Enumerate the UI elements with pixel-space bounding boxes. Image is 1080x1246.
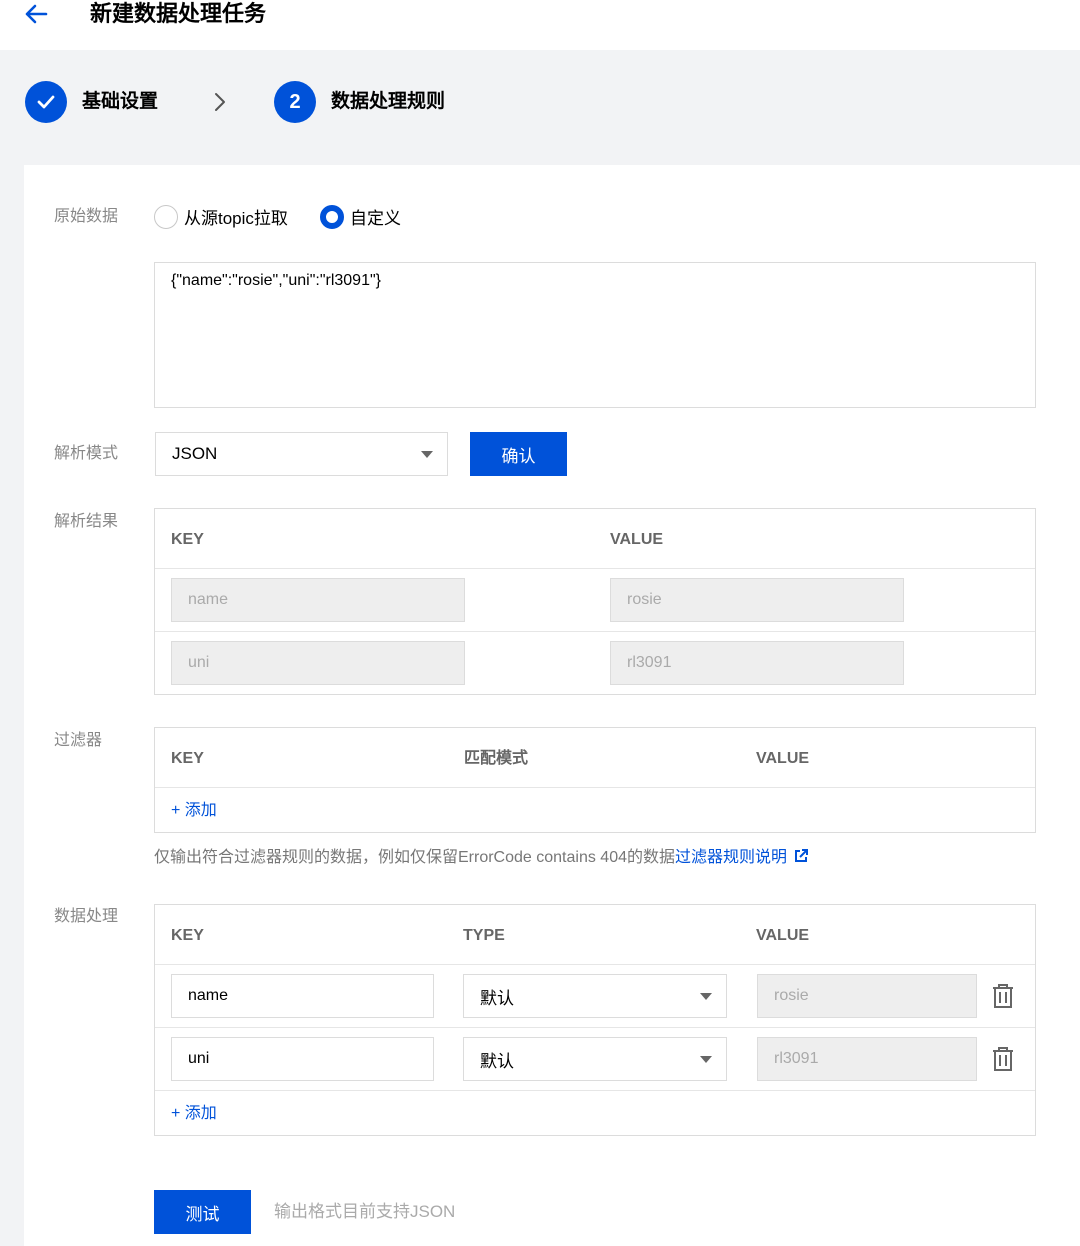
processing-key-input[interactable]: name — [171, 974, 434, 1018]
divider — [155, 1027, 1035, 1028]
column-header-key: KEY — [171, 750, 204, 767]
step-2-number: 2 — [274, 81, 316, 123]
divider — [155, 568, 1035, 569]
filter-hint: 仅输出符合过滤器规则的数据，例如仅保留ErrorCode contains 40… — [154, 847, 809, 869]
radio-label: 从源topic拉取 — [184, 209, 288, 228]
column-header-value: VALUE — [756, 750, 810, 767]
processing-type-select[interactable]: 默认 — [463, 974, 727, 1018]
check-icon — [37, 95, 55, 109]
processing-value: rl3091 — [757, 1037, 977, 1081]
processing-label: 数据处理 — [54, 908, 119, 925]
step-1-label: 基础设置 — [82, 91, 159, 112]
step-2-label: 数据处理规则 — [331, 91, 446, 112]
test-button[interactable]: 测试 — [154, 1190, 251, 1234]
trash-icon[interactable] — [991, 983, 1015, 1009]
radio-checked-icon — [320, 204, 344, 229]
divider — [155, 631, 1035, 632]
column-header-match-mode: 匹配模式 — [464, 750, 529, 767]
radio-unchecked-icon — [154, 204, 178, 229]
page-title: 新建数据处理任务 — [90, 1, 267, 26]
output-format-hint: 输出格式目前支持JSON — [274, 1202, 456, 1221]
radio-label: 自定义 — [350, 209, 401, 228]
parse-mode-select[interactable]: JSON — [155, 432, 448, 476]
filter-table: KEY 匹配模式 VALUE + 添加 — [154, 727, 1036, 833]
processing-type-select[interactable]: 默认 — [463, 1037, 727, 1081]
filter-hint-text: 仅输出符合过滤器规则的数据，例如仅保留ErrorCode contains 40… — [154, 849, 675, 866]
processing-key-input[interactable]: uni — [171, 1037, 434, 1081]
divider — [155, 1090, 1035, 1091]
divider — [155, 964, 1035, 965]
parse-result-table: KEY VALUE name rosie uni rl3091 — [154, 508, 1036, 695]
chevron-right-icon — [215, 93, 225, 111]
column-header-key: KEY — [171, 531, 204, 548]
external-link-icon[interactable] — [793, 848, 809, 864]
type-value: 默认 — [480, 1051, 514, 1071]
add-filter-link[interactable]: + 添加 — [171, 801, 217, 821]
caret-down-icon — [700, 1056, 712, 1063]
add-processing-link[interactable]: + 添加 — [171, 1104, 217, 1124]
column-header-value: VALUE — [610, 531, 664, 548]
caret-down-icon — [700, 993, 712, 1000]
confirm-button[interactable]: 确认 — [470, 432, 567, 476]
raw-data-textarea[interactable]: {"name":"rosie","uni":"rl3091"} — [154, 262, 1036, 408]
result-value-name: rosie — [610, 578, 904, 622]
result-key-uni: uni — [171, 641, 465, 685]
top-bar: 新建数据处理任务 — [0, 0, 1080, 50]
result-value-uni: rl3091 — [610, 641, 904, 685]
raw-data-label: 原始数据 — [54, 208, 119, 225]
parse-mode-value: JSON — [172, 444, 218, 463]
radio-from-source-topic[interactable]: 从源topic拉取 — [154, 204, 288, 229]
step-1-done-icon — [25, 81, 67, 123]
step-indicator: 基础设置 2 数据处理规则 — [0, 50, 1080, 160]
column-header-key: KEY — [171, 927, 204, 944]
parse-mode-label: 解析模式 — [54, 445, 119, 462]
type-value: 默认 — [480, 988, 514, 1008]
back-arrow-icon[interactable] — [22, 2, 50, 26]
filter-rules-link[interactable]: 过滤器规则说明 — [675, 849, 787, 866]
caret-down-icon — [421, 451, 433, 458]
trash-icon[interactable] — [991, 1046, 1015, 1072]
processing-value: rosie — [757, 974, 977, 1018]
parse-result-label: 解析结果 — [54, 513, 119, 530]
radio-custom[interactable]: 自定义 — [320, 204, 401, 229]
divider — [155, 787, 1035, 788]
column-header-type: TYPE — [463, 927, 505, 944]
processing-table: KEY TYPE VALUE name 默认 rosie uni 默认 rl30… — [154, 904, 1036, 1136]
column-header-value: VALUE — [756, 927, 810, 944]
result-key-name: name — [171, 578, 465, 622]
filter-label: 过滤器 — [54, 732, 103, 749]
